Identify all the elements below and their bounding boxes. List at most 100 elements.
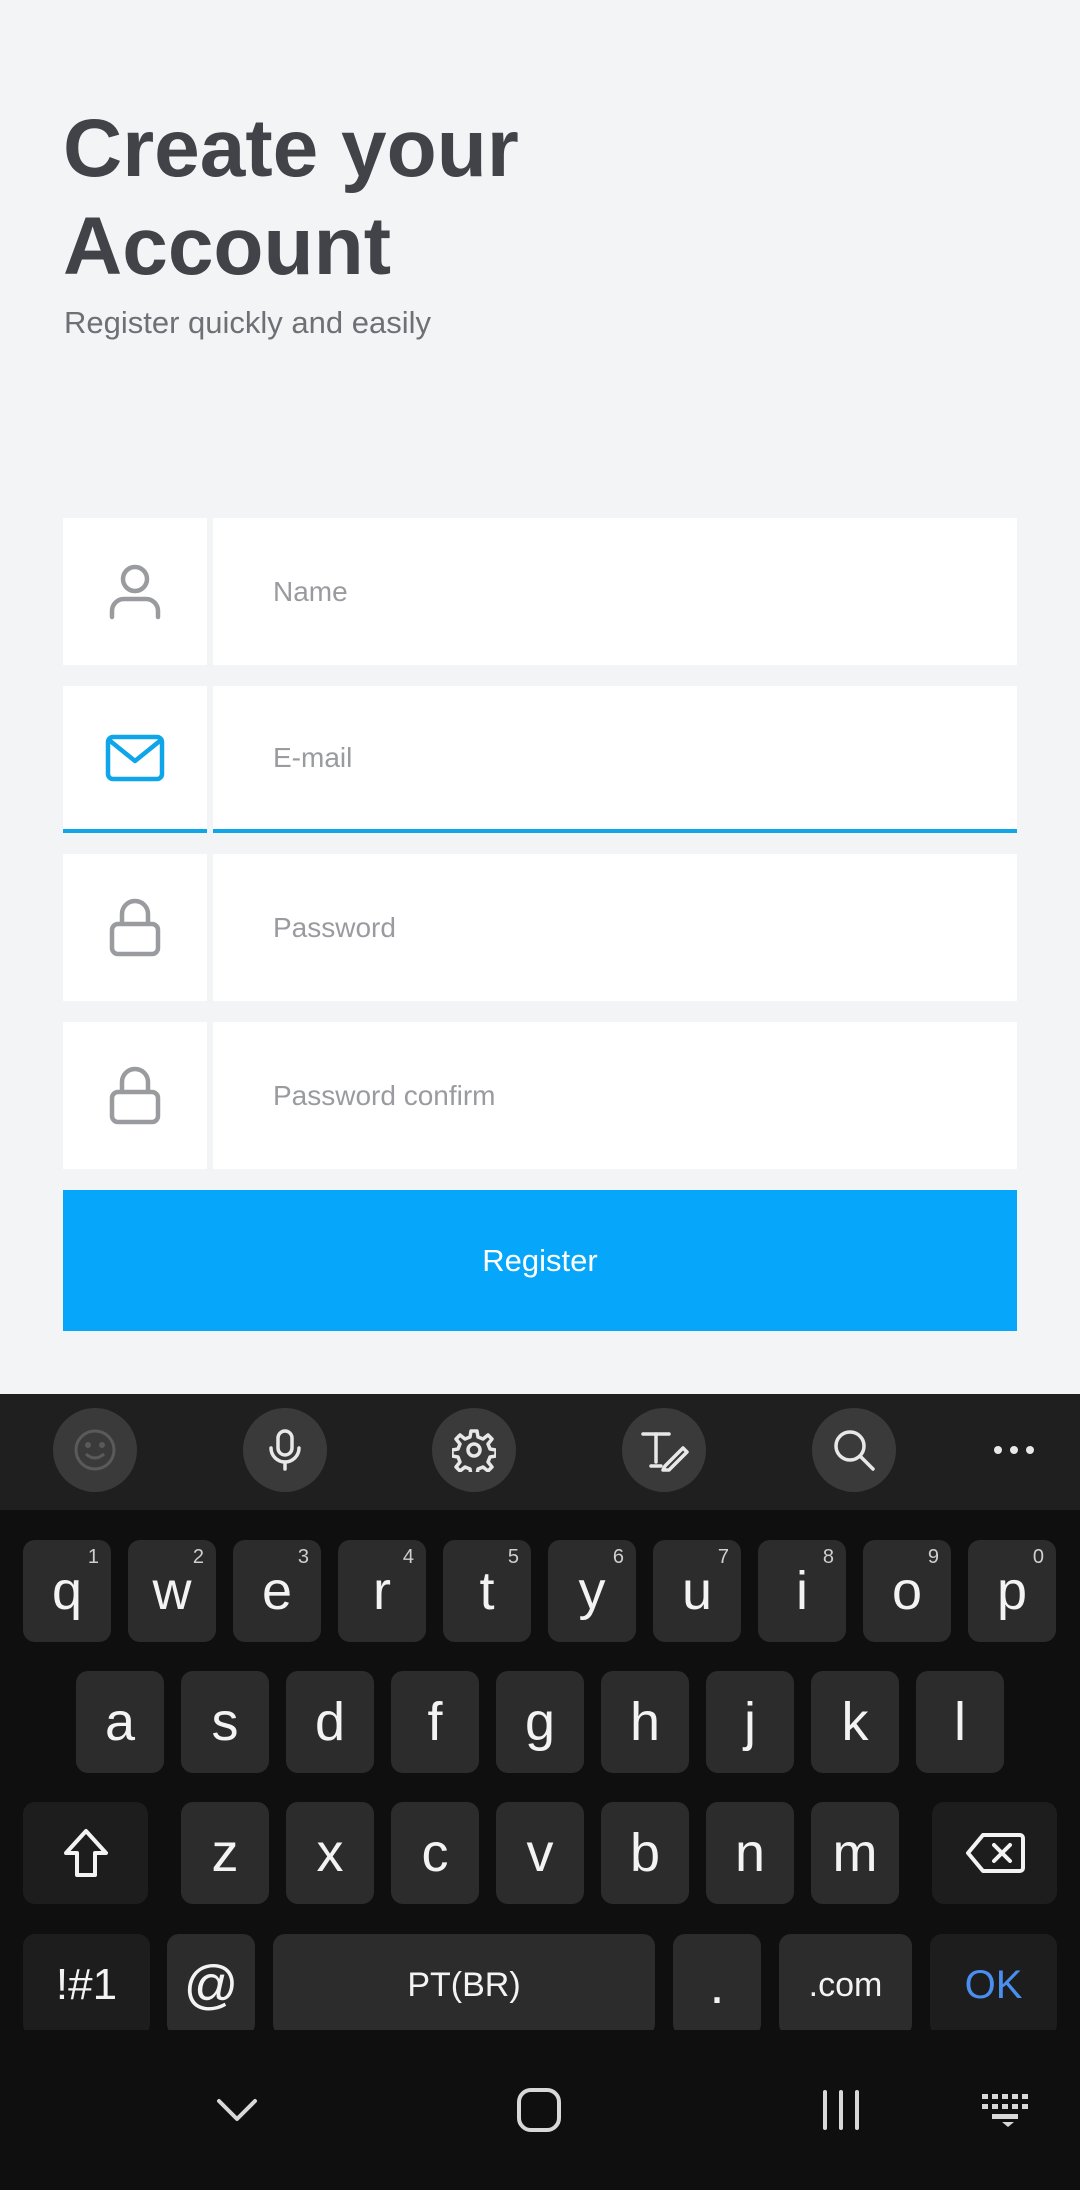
key-u[interactable]: u7 xyxy=(653,1540,741,1642)
password-confirm-input[interactable] xyxy=(213,1022,1017,1169)
password-confirm-icon-box xyxy=(63,1022,207,1169)
email-icon-box xyxy=(63,686,207,833)
key-t[interactable]: t5 xyxy=(443,1540,531,1642)
emoji-button[interactable] xyxy=(53,1408,137,1492)
keyboard-switch-button[interactable] xyxy=(966,2068,1050,2152)
password-confirm-field-box xyxy=(213,1022,1017,1169)
key-number-hint: 6 xyxy=(612,1546,624,1568)
lock-icon xyxy=(109,898,161,956)
key-x[interactable]: x xyxy=(286,1802,374,1904)
key-v[interactable]: v xyxy=(496,1802,584,1904)
key-c[interactable]: c xyxy=(391,1802,479,1904)
key-d[interactable]: d xyxy=(286,1671,374,1773)
key-m[interactable]: m xyxy=(811,1802,899,1904)
key-f[interactable]: f xyxy=(391,1671,479,1773)
key-p[interactable]: p0 xyxy=(968,1540,1056,1642)
password-field-box xyxy=(213,854,1017,1001)
name-input[interactable] xyxy=(213,518,1017,665)
password-row xyxy=(63,854,1017,1001)
email-input[interactable] xyxy=(213,686,1017,829)
key-number-hint: 5 xyxy=(507,1546,519,1568)
key-l[interactable]: l xyxy=(916,1671,1004,1773)
emoji-icon xyxy=(74,1429,116,1471)
backspace-icon xyxy=(965,1833,1025,1873)
key-q[interactable]: q1 xyxy=(23,1540,111,1642)
password-input[interactable] xyxy=(213,854,1017,1001)
email-row xyxy=(63,686,1017,833)
key-label: t xyxy=(479,1561,495,1621)
home-button[interactable] xyxy=(497,2068,581,2152)
key-label: e xyxy=(261,1561,293,1621)
recents-button[interactable] xyxy=(799,2068,883,2152)
backspace-key[interactable] xyxy=(932,1802,1057,1904)
lock-icon xyxy=(109,1066,161,1124)
key-i[interactable]: i8 xyxy=(758,1540,846,1642)
key-number-hint: 3 xyxy=(297,1546,309,1568)
recents-icon xyxy=(823,2090,859,2130)
navigation-bar xyxy=(0,2030,1080,2190)
key-b[interactable]: b xyxy=(601,1802,689,1904)
key-w[interactable]: w2 xyxy=(128,1540,216,1642)
key-h[interactable]: h xyxy=(601,1671,689,1773)
key-k[interactable]: k xyxy=(811,1671,899,1773)
voice-input-button[interactable] xyxy=(243,1408,327,1492)
symbols-key[interactable]: !#1 xyxy=(23,1934,150,2036)
hide-keyboard-icon xyxy=(217,2099,257,2121)
name-icon-box xyxy=(63,518,207,665)
ok-key[interactable]: OK xyxy=(930,1934,1057,2036)
more-icon xyxy=(994,1446,1034,1454)
key-z[interactable]: z xyxy=(181,1802,269,1904)
key-label: o xyxy=(891,1561,923,1621)
keyboard-toolbar xyxy=(0,1394,1080,1510)
period-key[interactable]: . xyxy=(673,1934,761,2036)
settings-icon xyxy=(452,1429,496,1472)
key-label: p xyxy=(996,1561,1028,1621)
key-number-hint: 2 xyxy=(192,1546,204,1568)
handwriting-button[interactable] xyxy=(622,1408,706,1492)
key-number-hint: 9 xyxy=(927,1546,939,1568)
key-number-hint: 7 xyxy=(717,1546,729,1568)
key-j[interactable]: j xyxy=(706,1671,794,1773)
key-number-hint: 0 xyxy=(1032,1546,1044,1568)
space-key[interactable]: PT(BR) xyxy=(273,1934,655,2036)
key-o[interactable]: o9 xyxy=(863,1540,951,1642)
keyboard: q1w2e3r4t5y6u7i8o9p0 asdfghjkl zxcvbnm !… xyxy=(0,1510,1080,2036)
password-confirm-row xyxy=(63,1022,1017,1169)
key-label: y xyxy=(578,1561,606,1621)
dotcom-key[interactable]: .com xyxy=(779,1934,912,2036)
key-number-hint: 4 xyxy=(402,1546,414,1568)
page-subtitle: Register quickly and easily xyxy=(64,305,432,340)
handwriting-icon xyxy=(641,1432,689,1472)
mail-icon xyxy=(105,734,165,781)
key-s[interactable]: s xyxy=(181,1671,269,1773)
key-number-hint: 8 xyxy=(822,1546,834,1568)
register-button[interactable]: Register xyxy=(63,1190,1017,1331)
key-n[interactable]: n xyxy=(706,1802,794,1904)
key-e[interactable]: e3 xyxy=(233,1540,321,1642)
keyboard-icon xyxy=(982,2094,1028,2127)
user-icon xyxy=(109,564,161,619)
at-key[interactable]: @ xyxy=(167,1934,255,2036)
hide-keyboard-button[interactable] xyxy=(195,2068,279,2152)
more-options-button[interactable] xyxy=(972,1408,1056,1492)
key-label: q xyxy=(51,1561,83,1621)
password-icon-box xyxy=(63,854,207,1001)
name-field-box xyxy=(213,518,1017,665)
keyboard-search-button[interactable] xyxy=(812,1408,896,1492)
key-r[interactable]: r4 xyxy=(338,1540,426,1642)
key-y[interactable]: y6 xyxy=(548,1540,636,1642)
key-a[interactable]: a xyxy=(76,1671,164,1773)
key-label: w xyxy=(152,1561,192,1621)
key-label: r xyxy=(373,1561,391,1621)
key-label: u xyxy=(681,1561,713,1621)
shift-icon xyxy=(63,1829,108,1877)
page-title: Create your Account xyxy=(63,103,519,292)
shift-key[interactable] xyxy=(23,1802,148,1904)
key-label: i xyxy=(796,1561,808,1621)
key-number-hint: 1 xyxy=(87,1546,99,1568)
search-icon xyxy=(834,1430,875,1471)
key-g[interactable]: g xyxy=(496,1671,584,1773)
microphone-icon xyxy=(269,1429,301,1471)
keyboard-settings-button[interactable] xyxy=(432,1408,516,1492)
email-field-box xyxy=(213,686,1017,833)
